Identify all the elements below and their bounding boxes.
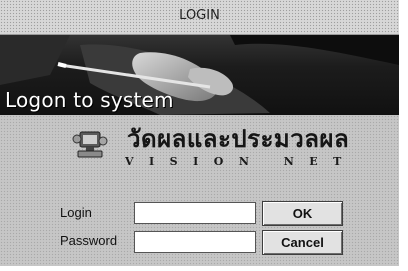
window-title: LOGIN [179,8,220,23]
login-input[interactable] [134,202,256,224]
cancel-button[interactable]: Cancel [263,231,342,254]
password-input[interactable] [134,231,256,253]
login-label: Login [60,205,92,220]
computer-icon [72,131,108,158]
ok-button[interactable]: OK [263,202,342,225]
login-window: LOGIN Logon to system วัดผลและประมวลผล V… [0,0,399,266]
password-label: Password [60,233,118,248]
banner-title: Logon to system [5,88,174,112]
logo-latin-title: VISION NET [125,155,357,168]
login-form-area: วัดผลและประมวลผล VISION NET Login OK Pas… [0,115,399,266]
banner: Logon to system [0,35,399,115]
title-bar[interactable]: LOGIN [0,0,399,35]
logo-thai-title: วัดผลและประมวลผล [127,125,350,153]
